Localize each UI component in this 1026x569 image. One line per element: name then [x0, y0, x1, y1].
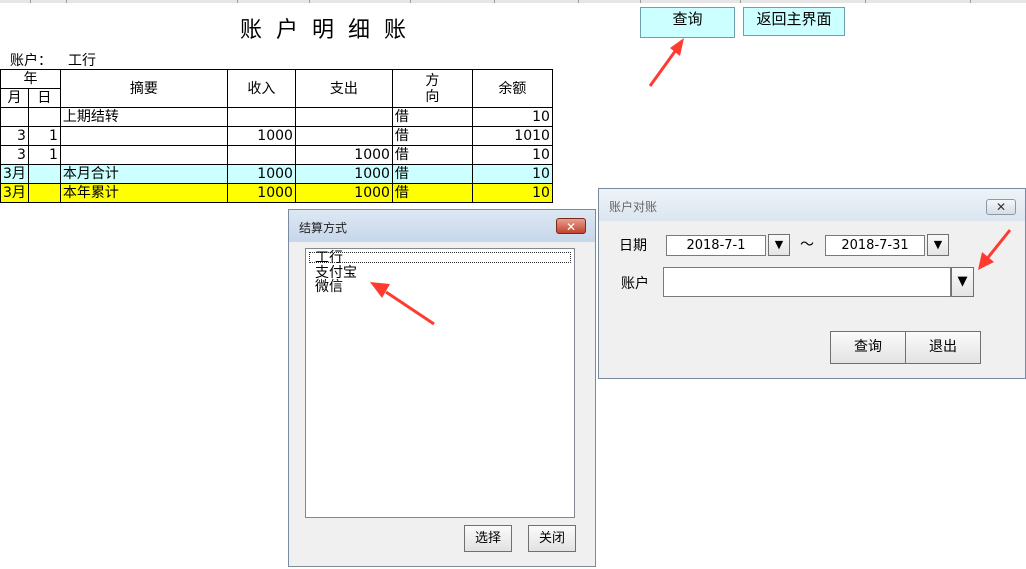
cell-balance[interactable]: 10	[471, 164, 553, 184]
settlement-title: 结算方式	[299, 221, 348, 235]
account-combo-field[interactable]	[663, 267, 951, 297]
close-button[interactable]: 关闭	[528, 525, 576, 552]
table-row: 3 1 1000 借 1010	[0, 126, 553, 146]
account-dropdown-icon[interactable]: ▼	[951, 267, 974, 297]
date-from-field[interactable]: 2018-7-1	[666, 235, 766, 256]
cell-expense[interactable]: 1000	[294, 164, 393, 184]
account-label: 账户：	[10, 53, 52, 69]
return-main-button[interactable]: 返回主界面	[743, 7, 845, 36]
date-to-dropdown-icon[interactable]: ▼	[927, 234, 949, 256]
reconcile-title: 账户对账	[609, 200, 658, 214]
select-button[interactable]: 选择	[464, 525, 512, 552]
cell-income[interactable]: 1000	[226, 126, 296, 146]
cell-direction[interactable]: 借	[391, 145, 473, 165]
cell-day[interactable]	[27, 107, 61, 127]
list-item[interactable]: 微信	[315, 280, 343, 294]
cell-month[interactable]: 3	[0, 126, 29, 146]
cell-income[interactable]	[226, 107, 296, 127]
column-header-strip	[0, 0, 1026, 3]
account-value[interactable]: 工行	[68, 50, 96, 70]
cell-income[interactable]: 1000	[226, 183, 296, 203]
table-row: 3 1 1000 借 10	[0, 145, 553, 165]
cell-day[interactable]: 1	[27, 145, 61, 165]
month-total-row: 3月 本月合计 1000 1000 借 10	[0, 164, 553, 184]
cell-expense[interactable]	[294, 107, 393, 127]
header-month: 月	[0, 88, 29, 108]
query-button[interactable]: 查询	[830, 331, 906, 364]
date-from-dropdown-icon[interactable]: ▼	[768, 234, 790, 256]
cell-balance[interactable]: 10	[471, 183, 553, 203]
annotation-arrow	[648, 38, 684, 87]
cell-balance[interactable]: 10	[471, 107, 553, 127]
cell-summary[interactable]: 本年累计	[59, 183, 228, 203]
account-combo-label: 账户	[621, 276, 649, 292]
cell-month[interactable]: 3月	[0, 183, 29, 203]
header-direction: 方 向	[391, 69, 473, 108]
list-item[interactable]: 工行	[315, 251, 343, 265]
cell-income[interactable]: 1000	[226, 164, 296, 184]
header-day: 日	[27, 88, 61, 108]
cell-balance[interactable]: 10	[471, 145, 553, 165]
cell-expense[interactable]	[294, 126, 393, 146]
list-item[interactable]: 支付宝	[315, 266, 357, 280]
year-total-row: 3月 本年累计 1000 1000 借 10	[0, 183, 553, 203]
cell-summary[interactable]	[59, 126, 228, 146]
cell-summary[interactable]	[59, 145, 228, 165]
cell-direction[interactable]: 借	[391, 107, 473, 127]
close-icon[interactable]: ✕	[986, 199, 1016, 215]
header-balance: 余额	[471, 69, 553, 108]
exit-button[interactable]: 退出	[905, 331, 981, 364]
settlement-dialog: 结算方式 ✕ 工行 支付宝 微信 选择 关闭	[288, 209, 596, 567]
settlement-listbox[interactable]: 工行 支付宝 微信	[305, 248, 575, 518]
cell-expense[interactable]: 1000	[294, 145, 393, 165]
cell-day[interactable]	[27, 164, 61, 184]
cell-direction[interactable]: 借	[391, 183, 473, 203]
cell-summary[interactable]: 上期结转	[59, 107, 228, 127]
header-year: 年	[0, 69, 61, 89]
cell-month[interactable]: 3	[0, 145, 29, 165]
sheet-query-button[interactable]: 查询	[640, 7, 735, 38]
close-icon[interactable]: ✕	[556, 218, 586, 234]
page-title: 账户明细账	[240, 18, 421, 43]
focus-rect	[309, 252, 571, 263]
table-row: 上期结转 借 10	[0, 107, 553, 127]
cell-direction[interactable]: 借	[391, 126, 473, 146]
cell-day[interactable]: 1	[27, 126, 61, 146]
date-range-separator: ～	[800, 237, 814, 253]
header-direction-bottom: 向	[425, 88, 440, 105]
cell-direction[interactable]: 借	[391, 164, 473, 184]
cell-month[interactable]	[0, 107, 29, 127]
cell-expense[interactable]: 1000	[294, 183, 393, 203]
date-to-field[interactable]: 2018-7-31	[825, 235, 925, 256]
date-label: 日期	[619, 238, 647, 254]
reconcile-dialog: 账户对账 ✕ 日期 2018-7-1 ▼ ～ 2018-7-31 ▼ 账户 ▼ …	[598, 188, 1026, 379]
header-expense: 支出	[294, 69, 393, 108]
cell-month[interactable]: 3月	[0, 164, 29, 184]
header-summary: 摘要	[59, 69, 228, 108]
header-direction-top: 方	[425, 72, 440, 89]
header-income: 收入	[226, 69, 296, 108]
cell-income[interactable]	[226, 145, 296, 165]
settlement-titlebar: 结算方式 ✕	[289, 210, 595, 242]
cell-summary[interactable]: 本月合计	[59, 164, 228, 184]
ledger-table: 年 摘要 收入 支出 方 向 余额 月 日 上期结转 借 10 3 1 1000…	[0, 69, 553, 203]
cell-day[interactable]	[27, 183, 61, 203]
reconcile-titlebar: 账户对账 ✕	[599, 189, 1025, 221]
cell-balance[interactable]: 1010	[471, 126, 553, 146]
